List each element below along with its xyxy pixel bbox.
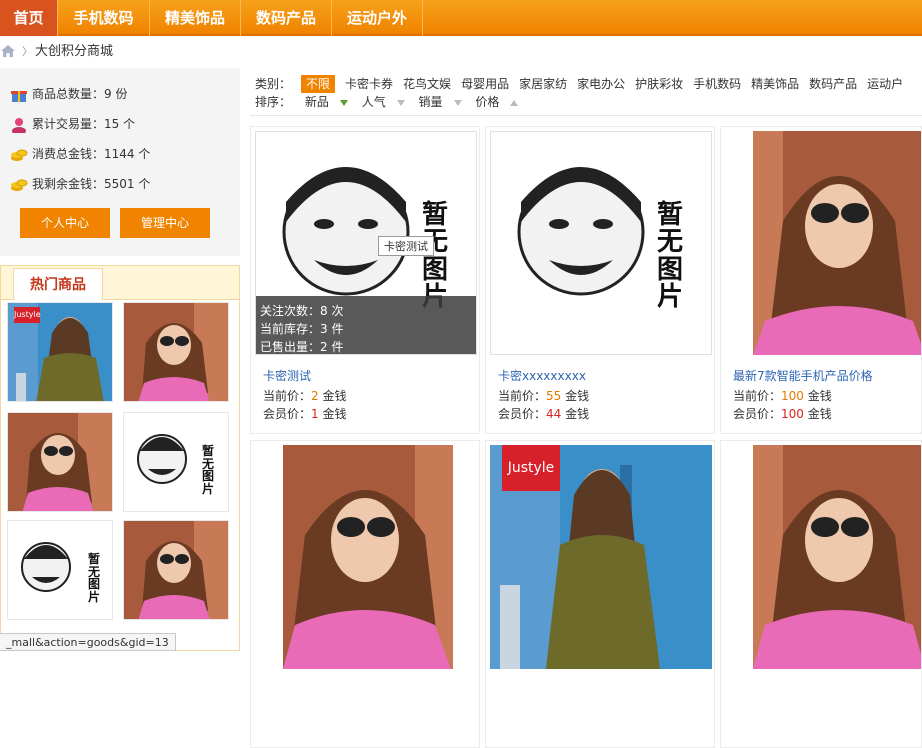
hot-thumb-2[interactable]: [123, 302, 229, 402]
arrow-down-icon: [396, 99, 405, 106]
product-member-price: 会员价：100 金钱: [733, 407, 832, 421]
product-image[interactable]: 暂无图片: [490, 131, 712, 355]
product-member-price: 会员价：1 金钱: [263, 407, 347, 421]
nav-item-accessories[interactable]: 精美饰品: [150, 0, 241, 36]
product-info-overlay: 关注次数：8 次 当前库存：3 件 已售出量：2 件: [256, 296, 476, 354]
hot-thumb-3[interactable]: [7, 412, 113, 512]
sort-price[interactable]: 价格: [475, 93, 519, 111]
category-item[interactable]: 手机数码: [693, 75, 741, 93]
category-item[interactable]: 母婴用品: [461, 75, 509, 93]
breadcrumb: 〉 大创积分商城: [0, 36, 922, 68]
product-card[interactable]: 暂无图片 关注次数：8 次 当前库存：3 件 已售出量：2 件 卡密测试 当前价…: [250, 126, 480, 434]
arrow-up-icon: [510, 99, 519, 106]
product-title[interactable]: 卡密xxxxxxxxx: [498, 367, 586, 384]
product-image[interactable]: Justyle: [490, 445, 712, 669]
hot-thumb-4[interactable]: 暂无图片: [123, 412, 229, 512]
category-item[interactable]: 家电办公: [577, 75, 625, 93]
category-all[interactable]: 不限: [301, 75, 336, 93]
user-icon: [12, 117, 26, 133]
arrow-down-icon: [453, 99, 462, 106]
breadcrumb-current: 大创积分商城: [35, 44, 114, 59]
coins-icon: [11, 149, 28, 161]
arrow-down-icon: [339, 99, 348, 106]
personal-center-button[interactable]: 个人中心: [20, 208, 110, 238]
product-card[interactable]: [720, 440, 922, 748]
product-price: 当前价：100 金钱: [733, 389, 832, 403]
nav-item-digital[interactable]: 数码产品: [241, 0, 332, 36]
hot-products-title: 热门商品: [13, 268, 103, 300]
category-item[interactable]: 卡密卡券: [345, 75, 393, 93]
product-photo-woman-sunglasses: [753, 131, 921, 355]
sort-label: 排序：: [255, 95, 292, 109]
nav-item-phones[interactable]: 手机数码: [58, 0, 150, 36]
product-photo-woman-sunglasses: [124, 521, 228, 619]
product-title[interactable]: 最新7款智能手机产品价格: [733, 367, 873, 384]
product-price: 当前价：2 金钱: [263, 389, 347, 403]
product-price: 当前价：55 金钱: [498, 389, 590, 403]
nav-item-home[interactable]: 首页: [0, 0, 58, 36]
sort-new[interactable]: 新品: [305, 93, 348, 111]
product-card[interactable]: [250, 440, 480, 748]
no-image-text: 暂无图片: [201, 444, 214, 496]
no-image-text: 暂无图片: [87, 552, 100, 604]
brand-logo: Justyle: [502, 445, 560, 491]
filter-bar: 类别： 不限 卡密卡券 花鸟文娱 母婴用品 家居家纺 家电办公 护肤彩妆 手机数码 精美饰品 数码产…: [250, 68, 922, 116]
chevron-right-icon: 〉: [22, 45, 33, 58]
category-item[interactable]: 精美饰品: [751, 75, 799, 93]
stat-my-balance: 我剩余金钱：5501 个: [10, 174, 150, 194]
coins-icon: [11, 179, 28, 191]
product-image[interactable]: [255, 445, 477, 669]
category-item[interactable]: 家居家纺: [519, 75, 567, 93]
product-card[interactable]: Justyle: [485, 440, 715, 748]
gift-icon: [11, 90, 27, 102]
category-filter-row: 类别： 不限 卡密卡券 花鸟文娱 母婴用品 家居家纺 家电办公 护肤彩妆 手机数码 精美饰品 数码产…: [255, 75, 913, 93]
product-photo-woman-sunglasses: [124, 303, 228, 401]
admin-center-button[interactable]: 管理中心: [120, 208, 210, 238]
home-icon[interactable]: [0, 44, 16, 58]
stat-total-goods: 商品总数量：9 份: [10, 84, 127, 104]
hot-products-header: 热门商品: [1, 266, 239, 300]
category-label: 类别：: [255, 77, 292, 91]
product-card[interactable]: 最新7款智能手机产品价格 当前价：100 金钱 会员价：100 金钱: [720, 126, 922, 434]
top-nav: 首页 手机数码 精美饰品 数码产品 运动户外: [0, 0, 922, 36]
product-photo-woman-sunglasses: [753, 445, 921, 669]
sort-popularity[interactable]: 人气: [362, 93, 405, 111]
sort-row: 排序： 新品 人气 销量 价格: [255, 93, 528, 111]
category-item[interactable]: 运动户: [867, 75, 903, 93]
sort-sales[interactable]: 销量: [419, 93, 462, 111]
product-image[interactable]: [725, 131, 921, 355]
category-item[interactable]: 花鸟文娱: [403, 75, 451, 93]
product-photo-woman-sunglasses: [8, 413, 112, 511]
nav-item-sports[interactable]: 运动户外: [332, 0, 423, 36]
product-title[interactable]: 卡密测试: [263, 367, 311, 384]
product-image[interactable]: 暂无图片 关注次数：8 次 当前库存：3 件 已售出量：2 件: [255, 131, 477, 355]
hot-thumb-6[interactable]: [123, 520, 229, 620]
brand-logo: Justyle: [14, 307, 41, 323]
product-photo-woman-sunglasses: [283, 445, 453, 669]
no-image-text: 暂无图片: [656, 200, 683, 312]
stat-total-spent: 消费总金钱：1144 个: [10, 144, 150, 164]
no-image-text: 暂无图片: [421, 200, 448, 310]
category-item[interactable]: 护肤彩妆: [635, 75, 683, 93]
hot-thumb-1[interactable]: Justyle: [7, 302, 113, 402]
stat-total-trades: 累计交易量：15 个: [10, 114, 135, 134]
category-item[interactable]: 数码产品: [809, 75, 857, 93]
product-image[interactable]: [725, 445, 921, 669]
tooltip: 卡密测试: [378, 236, 434, 256]
product-card[interactable]: 暂无图片 卡密xxxxxxxxx 当前价：55 金钱 会员价：44 金钱: [485, 126, 715, 434]
status-bar-url: _mall&action=goods&gid=13: [0, 633, 176, 651]
product-member-price: 会员价：44 金钱: [498, 407, 590, 421]
hot-thumb-5[interactable]: 暂无图片: [7, 520, 113, 620]
